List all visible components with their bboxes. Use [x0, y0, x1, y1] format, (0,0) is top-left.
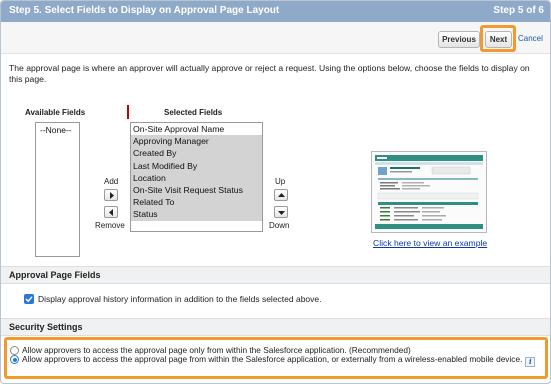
available-option[interactable]: --None-- [38, 124, 77, 136]
selected-option[interactable]: Related To [131, 196, 262, 209]
selected-fields-label: Selected Fields [164, 108, 223, 117]
selected-option[interactable]: Status [131, 208, 262, 221]
wizard-panel: Step 5. Select Fields to Display on Appr… [0, 0, 551, 384]
move-down-button[interactable] [274, 206, 288, 218]
security-option-mobile-radio[interactable] [10, 355, 19, 364]
approval-page-fields-header: Approval Page Fields [1, 266, 550, 284]
selected-fields-list[interactable]: On-Site Approval Name Approving Manager … [130, 122, 263, 232]
button-bar: Previous Next Cancel [1, 22, 550, 54]
approval-history-label: Display approval history information in … [38, 294, 322, 304]
remove-label: Remove [95, 221, 125, 230]
security-option-internal-radio[interactable] [10, 346, 19, 355]
selected-option[interactable]: On-Site Visit Request Status [131, 183, 262, 197]
security-option-mobile-label: Allow approvers to access the approval p… [22, 354, 544, 367]
selected-option[interactable]: Last Modified By [131, 159, 262, 172]
available-fields-label: Available Fields [25, 108, 86, 117]
checkmark-icon [25, 296, 33, 303]
approval-history-checkbox[interactable] [24, 294, 34, 304]
step-header: Step 5. Select Fields to Display on Appr… [1, 1, 550, 22]
arrow-up-icon [278, 193, 285, 197]
example-thumbnail[interactable] [371, 151, 487, 233]
move-up-button[interactable] [274, 189, 288, 201]
selected-option[interactable]: Created By [131, 147, 262, 160]
next-button[interactable]: Next [485, 31, 512, 48]
view-example-link[interactable]: Click here to view an example [373, 238, 487, 248]
example-layout-preview [372, 152, 486, 232]
previous-button[interactable]: Previous [438, 31, 480, 48]
selected-option[interactable]: On-Site Approval Name [131, 123, 262, 135]
selected-option[interactable]: Approving Manager [131, 135, 262, 148]
add-button[interactable] [104, 189, 118, 201]
required-marker [127, 105, 129, 119]
step-indicator: Step 5 of 6 [493, 5, 544, 16]
cancel-link[interactable]: Cancel [518, 34, 543, 43]
info-icon[interactable]: i [525, 357, 536, 367]
down-label: Down [269, 221, 290, 230]
intro-text: The approval page is where an approver w… [9, 63, 530, 84]
arrow-right-icon [110, 192, 114, 199]
selected-option[interactable]: Location [131, 171, 262, 184]
security-settings-header: Security Settings [1, 318, 550, 336]
available-fields-list[interactable]: --None-- [35, 122, 80, 257]
section-title: Approval Page Fields [9, 270, 101, 280]
add-label: Add [104, 177, 119, 186]
step-title: Step 5. Select Fields to Display on Appr… [9, 5, 280, 16]
arrow-left-icon [109, 209, 113, 216]
remove-button[interactable] [104, 206, 118, 218]
up-label: Up [275, 177, 286, 186]
section-title: Security Settings [9, 322, 83, 332]
arrow-down-icon [278, 211, 285, 215]
security-option-mobile-text: Allow approvers to access the approval p… [22, 354, 523, 364]
